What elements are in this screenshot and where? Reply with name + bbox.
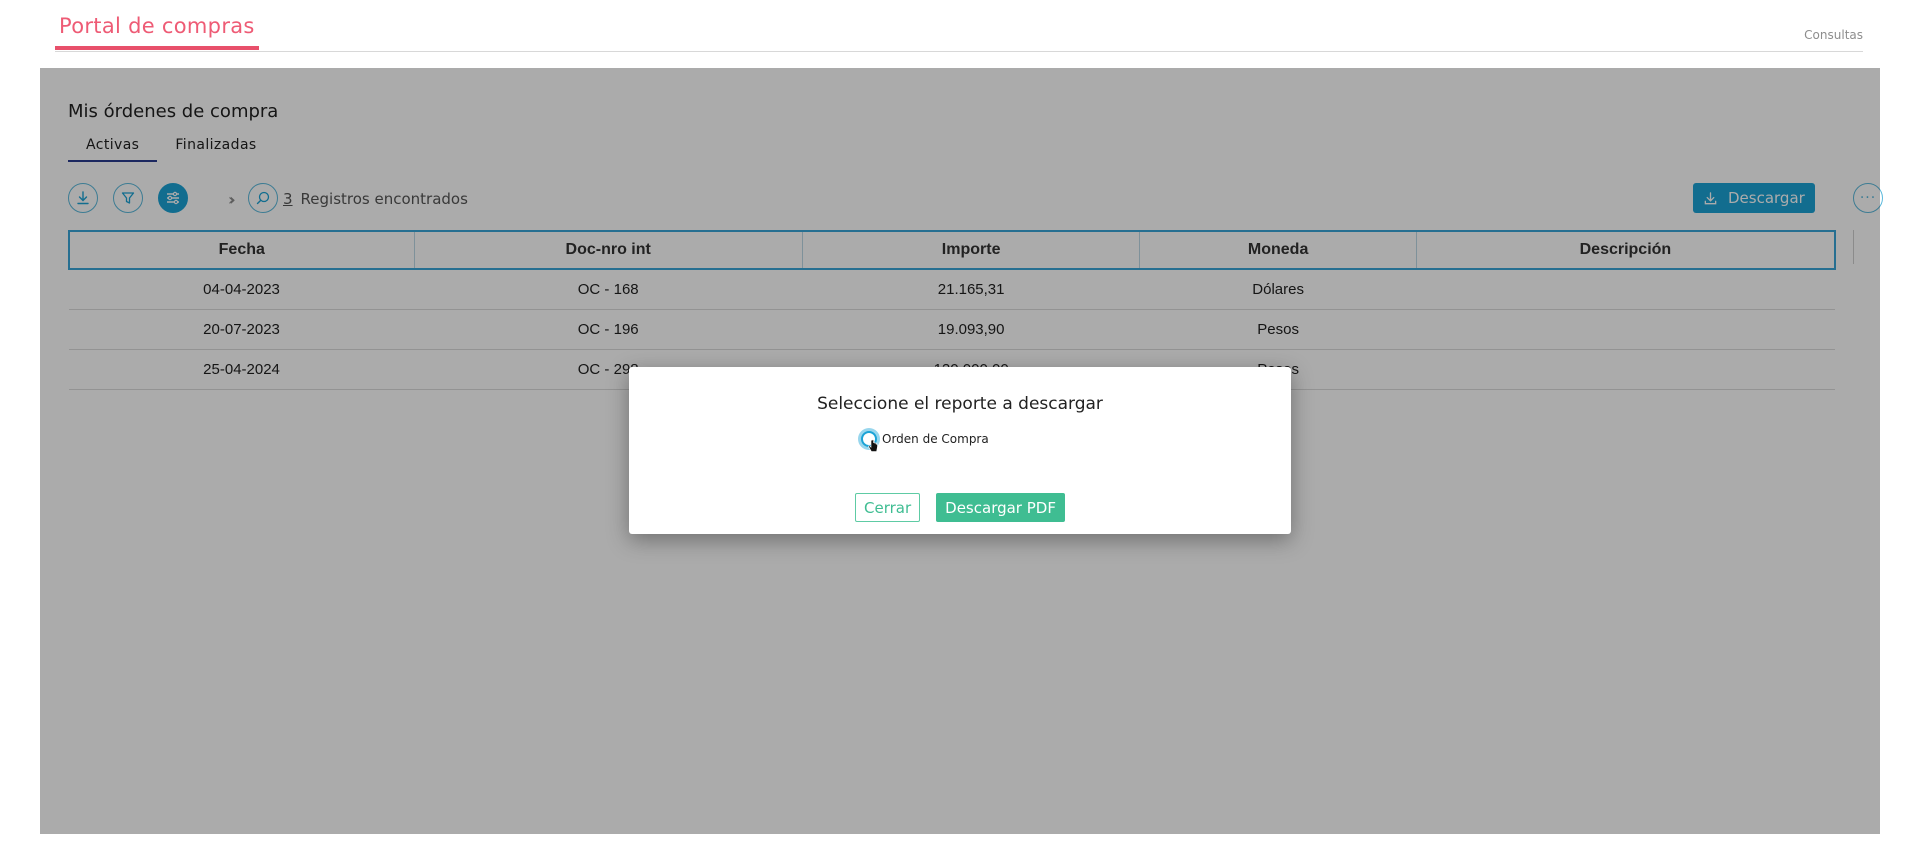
download-report-dialog: Seleccione el reporte a descargar Orden … — [629, 367, 1291, 534]
dialog-actions: Cerrar Descargar PDF — [629, 493, 1291, 522]
report-option-label[interactable]: Orden de Compra — [882, 432, 989, 446]
top-bar: Portal de compras Consultas — [0, 0, 1916, 56]
header-divider — [55, 51, 1863, 52]
report-option[interactable]: Orden de Compra — [861, 430, 989, 452]
dialog-title: Seleccione el reporte a descargar — [817, 394, 1103, 414]
report-option-radio[interactable] — [861, 431, 878, 452]
brand-title[interactable]: Portal de compras — [55, 0, 259, 50]
download-pdf-button[interactable]: Descargar PDF — [936, 493, 1065, 522]
consultas-link[interactable]: Consultas — [1804, 28, 1863, 42]
close-button[interactable]: Cerrar — [855, 493, 921, 522]
hand-cursor-icon — [868, 439, 878, 452]
